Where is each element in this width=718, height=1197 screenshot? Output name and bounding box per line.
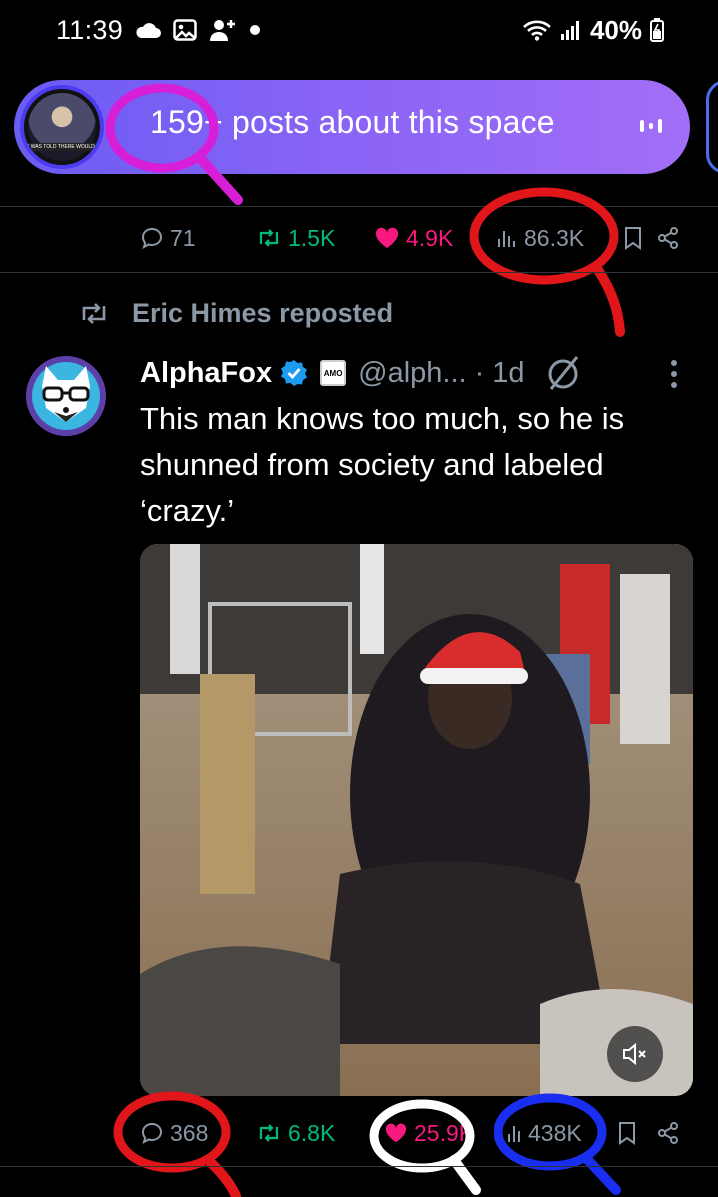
bookmark-icon — [619, 1122, 635, 1145]
next-space-pill[interactable] — [706, 80, 718, 174]
reply-count: 368 — [170, 1119, 209, 1146]
views-count: 86.3K — [524, 224, 585, 251]
repost-header-text: Eric Himes reposted — [132, 297, 394, 328]
share-icon — [658, 1122, 678, 1144]
views-count: 438K — [528, 1119, 582, 1146]
share-icon — [658, 227, 678, 249]
cloud-icon — [135, 21, 162, 39]
add-user-icon — [209, 18, 237, 42]
battery-percent: 40% — [589, 14, 642, 45]
reply-button[interactable]: 368 — [140, 1105, 208, 1161]
video-frame — [140, 544, 693, 1096]
status-bar: 11:39 40% — [0, 0, 718, 60]
space-host-avatar[interactable]: I WAS TOLD THERE WOULD BE PEACE — [20, 85, 104, 169]
verified-badge-icon — [281, 360, 308, 386]
share-button[interactable] — [656, 210, 680, 266]
heart-icon — [385, 1123, 407, 1143]
grok-icon[interactable] — [543, 354, 583, 392]
like-button[interactable]: 25.9K — [384, 1105, 474, 1161]
views-icon — [508, 1126, 520, 1142]
affiliate-badge: AMO — [320, 360, 347, 386]
post-time[interactable]: · 1d — [475, 357, 525, 390]
repost-header[interactable]: Eric Himes reposted — [78, 292, 393, 334]
author-handle[interactable]: @alph... — [358, 357, 466, 390]
reply-button[interactable]: 71 — [140, 210, 196, 266]
divider — [0, 272, 718, 273]
views-button[interactable]: 86.3K — [496, 210, 584, 266]
mute-icon — [623, 1042, 646, 1066]
gallery-icon — [173, 19, 197, 41]
reply-icon — [141, 227, 163, 249]
signal-icon — [560, 19, 582, 41]
bookmark-button[interactable] — [618, 1105, 636, 1161]
action-bar-bottom: 368 6.8K 25.9K 438K — [0, 1105, 718, 1161]
views-icon — [498, 231, 515, 247]
repost-button[interactable]: 1.5K — [256, 210, 335, 266]
fox-avatar-icon — [26, 356, 106, 436]
space-banner: I WAS TOLD THERE WOULD BE PEACE 159+ pos… — [0, 80, 718, 174]
repost-count: 6.8K — [288, 1119, 336, 1146]
views-button[interactable]: 438K — [506, 1105, 582, 1161]
space-avatar-caption: I WAS TOLD THERE WOULD BE PEACE — [28, 143, 96, 151]
divider — [0, 206, 718, 207]
tweet-text: This man knows too much, so he is shunne… — [140, 401, 625, 528]
repost-icon — [259, 1124, 279, 1142]
heart-icon — [375, 227, 399, 248]
repost-icon — [259, 229, 279, 247]
repost-count: 1.5K — [288, 224, 336, 251]
bookmark-icon — [625, 227, 641, 250]
mute-button[interactable] — [607, 1026, 663, 1082]
dot-icon — [249, 24, 261, 36]
more-options-icon[interactable] — [664, 356, 684, 392]
video-media[interactable] — [140, 544, 693, 1096]
avatar[interactable] — [26, 356, 106, 436]
like-count: 25.9K — [414, 1119, 475, 1146]
share-button[interactable] — [656, 1105, 680, 1161]
wifi-icon — [522, 19, 552, 41]
reply-icon — [141, 1122, 163, 1144]
repost-button[interactable]: 6.8K — [256, 1105, 335, 1161]
like-count: 4.9K — [406, 224, 454, 251]
author-name[interactable]: AlphaFox — [140, 357, 272, 390]
bookmark-button[interactable] — [624, 210, 642, 266]
action-bar-top: 71 1.5K 4.9K 86.3K — [0, 210, 718, 266]
battery-icon — [650, 18, 664, 42]
space-pill[interactable]: I WAS TOLD THERE WOULD BE PEACE 159+ pos… — [14, 80, 690, 174]
tweet-header: AlphaFox AMO @alph... · 1d — [140, 350, 583, 396]
status-time: 11:39 — [56, 14, 124, 45]
reply-count: 71 — [170, 224, 196, 251]
divider — [0, 1166, 718, 1167]
audio-bars-icon — [640, 116, 662, 136]
like-button[interactable]: 4.9K — [374, 210, 453, 266]
repost-icon — [82, 303, 106, 324]
space-posts-count: 159+ posts about this space — [150, 104, 555, 140]
